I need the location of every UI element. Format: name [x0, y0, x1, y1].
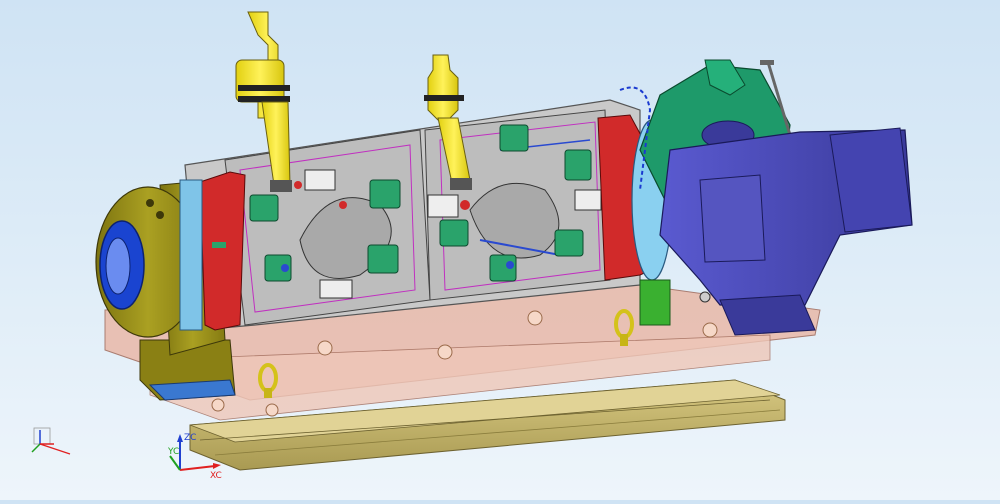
triad-label-z: ZC	[184, 433, 196, 443]
mini-triad-icon[interactable]	[31, 427, 71, 455]
triad-label-y: YC	[167, 447, 179, 457]
cad-viewport[interactable]: ZC YC XC	[0, 0, 1000, 500]
triad-label-x: XC	[210, 471, 222, 481]
cad-model-icon[interactable]: ZC YC XC	[0, 0, 1000, 500]
rotary-plate-left	[179, 171, 246, 331]
